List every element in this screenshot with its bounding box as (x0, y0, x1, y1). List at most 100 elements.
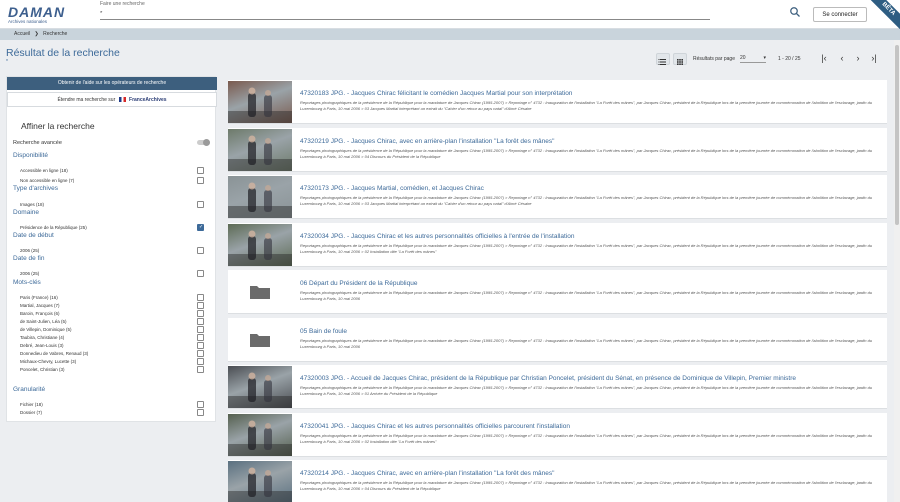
facet-option-label: Paris (France) (16) (20, 295, 58, 300)
result-title-link[interactable]: 47320003 JPG. - Accueil de Jacques Chira… (300, 375, 796, 382)
result-title-link[interactable]: 47320173 JPG. - Jacques Martial, comédie… (300, 185, 484, 192)
facet-option-label: de Saint-Julien, Léa (5) (20, 319, 67, 324)
result-thumbnail[interactable] (228, 176, 292, 218)
facet-option-label: 2006 (25) (20, 248, 40, 253)
logo-text: DAMAN (8, 4, 66, 20)
next-page-button[interactable]: › (852, 53, 864, 65)
result-row[interactable]: 47320173 JPG. - Jacques Martial, comédie… (228, 175, 887, 219)
results-range: 1 - 20 / 25 (778, 56, 801, 62)
facet-checkbox[interactable] (197, 326, 204, 333)
result-thumbnail[interactable] (228, 224, 292, 266)
result-title-link[interactable]: 06 Départ du Président de la République (300, 280, 417, 287)
search-input[interactable] (100, 8, 710, 20)
first-page-button[interactable]: |‹ (818, 53, 830, 65)
logo[interactable]: DAMAN Archives nationales (8, 4, 96, 25)
result-description: Reportages photographiques de la préside… (300, 148, 873, 159)
facet-option-label: 2006 (25) (20, 271, 40, 276)
facet-option-label: de Villepin, Dominique (5) (20, 327, 72, 332)
extend-search-button[interactable]: Étendre ma recherche sur FranceArchives (7, 92, 217, 107)
chevron-left-icon: ‹ (840, 53, 844, 63)
facet-checkbox[interactable] (197, 270, 204, 277)
result-description: Reportages photographiques de la préside… (300, 100, 873, 111)
breadcrumb: Accueil ❯ Recherche (0, 29, 900, 40)
facet-checkbox[interactable] (197, 366, 204, 373)
result-thumbnail[interactable] (228, 366, 292, 408)
facet-option-label: Non accessible en ligne (7) (20, 178, 75, 183)
per-page-value: 20 (740, 55, 746, 61)
facet-checkbox[interactable] (197, 334, 204, 341)
search-icon (790, 7, 800, 17)
breadcrumb-home[interactable]: Accueil (14, 31, 30, 37)
facet-checkbox[interactable] (197, 358, 204, 365)
folder-thumbnail[interactable] (228, 271, 292, 313)
result-description: Reportages photographiques de la préside… (300, 290, 873, 301)
last-page-button[interactable]: ›| (868, 53, 880, 65)
result-title-link[interactable]: 47320214 JPG. - Jacques Chirac, avec en … (300, 470, 554, 477)
result-thumbnail[interactable] (228, 414, 292, 456)
facet-checkbox[interactable] (197, 350, 204, 357)
result-title-link[interactable]: 47320041 JPG. - Jacques Chirac et les au… (300, 423, 570, 430)
result-thumbnail[interactable] (228, 461, 292, 502)
grid-view-button[interactable] (673, 53, 687, 65)
result-row[interactable]: 47320219 JPG. - Jacques Chirac, avec en … (228, 128, 887, 172)
facet-option-label: Taubira, Christiane (4) (20, 335, 65, 340)
per-page-select[interactable]: 20 ▾ (740, 55, 766, 63)
facet-checkbox[interactable] (197, 310, 204, 317)
result-thumbnail[interactable] (228, 81, 292, 123)
advanced-search-toggle[interactable] (197, 138, 210, 146)
facet-checkbox[interactable] (197, 167, 204, 174)
folder-thumbnail[interactable] (228, 319, 292, 361)
france-archives-brand: FranceArchives (129, 97, 167, 103)
facet-checkbox[interactable] (197, 401, 204, 408)
breadcrumb-separator-icon: ❯ (34, 31, 39, 37)
photo-icon (228, 230, 292, 266)
scrollbar-thumb[interactable] (895, 45, 899, 225)
result-title-link[interactable]: 47320183 JPG. - Jacques Chirac félicitan… (300, 90, 572, 97)
facet-option-label: Présidence de la République (25) (20, 225, 87, 230)
result-row[interactable]: 05 Bain de foule Reportages photographiqu… (228, 318, 887, 362)
result-description: Reportages photographiques de la préside… (300, 433, 873, 444)
search-operators-help-button[interactable]: Obtenir de l'aide sur les opérateurs de … (7, 77, 217, 90)
search-label: Faire une recherche (100, 1, 145, 7)
photo-icon (228, 182, 292, 218)
result-title-link[interactable]: 47320219 JPG. - Jacques Chirac, avec en … (300, 138, 554, 145)
result-row[interactable]: 06 Départ du Président de la République R… (228, 270, 887, 314)
facet-option-label: Fichier (18) (20, 402, 43, 407)
result-row[interactable]: 47320034 JPG. - Jacques Chirac et les au… (228, 223, 887, 267)
result-row[interactable]: 47320041 JPG. - Jacques Chirac et les au… (228, 413, 887, 457)
grid-icon (677, 59, 683, 65)
folder-icon (250, 286, 270, 299)
facet-checkbox[interactable] (197, 177, 204, 184)
result-description: Reportages photographiques de la préside… (300, 195, 873, 206)
facet-checkbox[interactable] (197, 342, 204, 349)
france-flag-icon (118, 97, 126, 103)
result-row[interactable]: 47320183 JPG. - Jacques Chirac félicitan… (228, 80, 887, 124)
facet-checkbox[interactable] (197, 247, 204, 254)
page-title: Résultat de la recherche (6, 47, 120, 59)
result-title-link[interactable]: 47320034 JPG. - Jacques Chirac et les au… (300, 233, 574, 240)
result-thumbnail[interactable] (228, 129, 292, 171)
result-row[interactable]: 47320214 JPG. - Jacques Chirac, avec en … (228, 460, 887, 502)
extend-search-label: Étendre ma recherche sur (57, 97, 116, 103)
facet-checkbox[interactable] (197, 318, 204, 325)
facet-checkbox[interactable] (197, 201, 204, 208)
advanced-search-label: Recherche avancée (13, 140, 62, 146)
search-button[interactable] (788, 6, 802, 20)
previous-page-button[interactable]: ‹ (836, 53, 848, 65)
facet-checkbox[interactable] (197, 302, 204, 309)
facet-heading: Type d'archives (13, 185, 58, 192)
result-row[interactable]: 47320003 JPG. - Accueil de Jacques Chira… (228, 365, 887, 409)
result-description: Reportages photographiques de la préside… (300, 385, 873, 396)
facet-checkbox[interactable] (197, 224, 204, 231)
list-view-button[interactable] (656, 53, 670, 65)
facet-option-label: Martial, Jacques (7) (20, 303, 60, 308)
facet-checkbox[interactable] (197, 294, 204, 301)
facet-checkbox[interactable] (197, 409, 204, 416)
result-title-link[interactable]: 05 Bain de foule (300, 328, 347, 335)
query-summary: * (6, 59, 8, 65)
per-page-label: Résultats par page (693, 56, 735, 62)
result-description: Reportages photographiques de la préside… (300, 243, 873, 254)
login-button[interactable]: Se connecter (813, 7, 867, 22)
facet-heading: Granularité (13, 386, 46, 393)
facet-option-label: Poncelet, Christian (3) (20, 367, 65, 372)
